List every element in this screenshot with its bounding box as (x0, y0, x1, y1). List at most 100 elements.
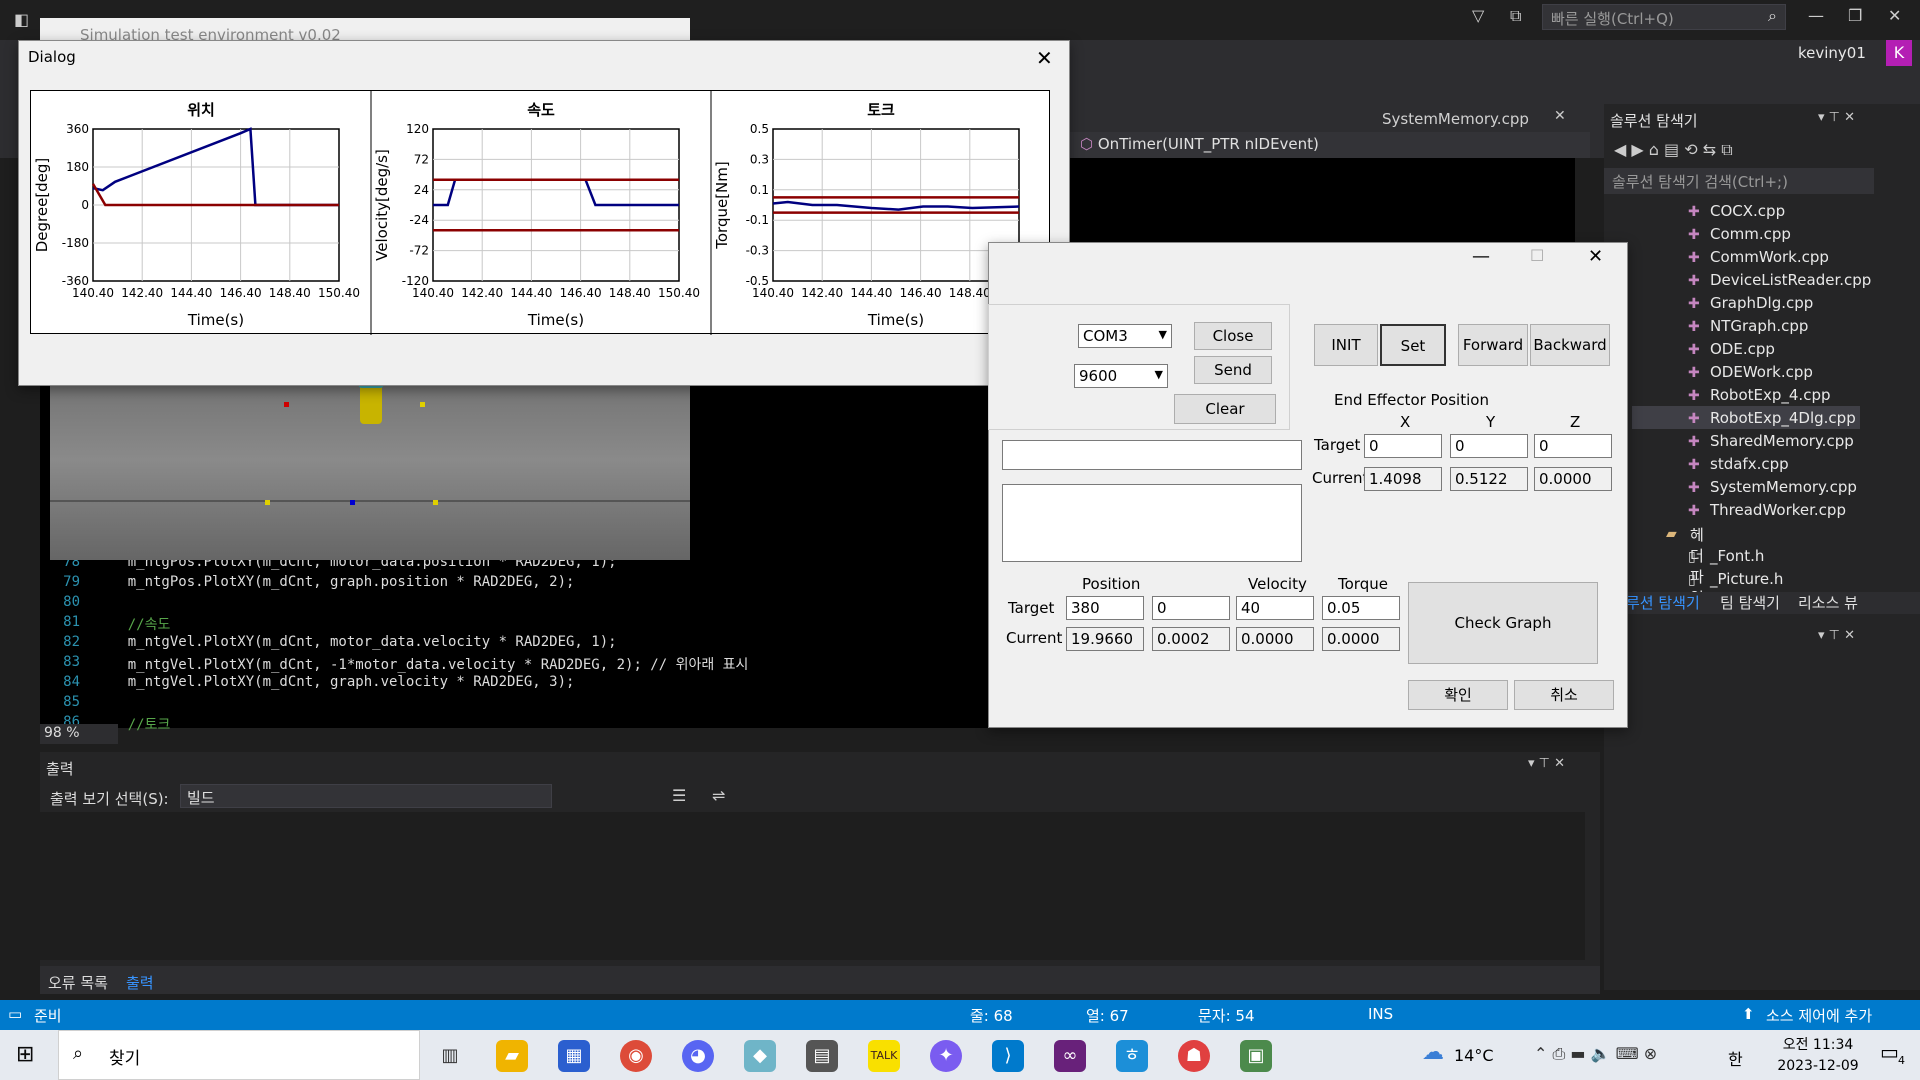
calculator-icon[interactable]: ▤ (806, 1040, 838, 1072)
robot-minimize-icon[interactable]: — (1472, 246, 1490, 267)
solution-item[interactable]: SharedMemory.cpp (1710, 432, 1854, 455)
simulation-3d-view[interactable] (50, 360, 690, 560)
store-icon[interactable]: ▦ (558, 1040, 590, 1072)
tab-resource-view[interactable]: 리소스 뷰 (1798, 592, 1858, 613)
code-line[interactable]: 80 (40, 594, 94, 614)
quick-launch-input[interactable]: 빠른 실행(Ctrl+Q) (1542, 4, 1786, 30)
send-text-input[interactable] (1002, 440, 1302, 470)
clock-time[interactable]: 오전 11:34 (1768, 1034, 1868, 1054)
code-line[interactable]: 84 m_ntgVel.PlotXY(m_dCnt, graph.velocit… (40, 674, 574, 694)
weather-temp[interactable]: 14°C (1454, 1046, 1494, 1065)
sim-app-icon[interactable]: ▣ (1240, 1040, 1272, 1072)
hangul-icon[interactable]: ㅎ (1116, 1040, 1148, 1072)
code-line[interactable]: 81 //속도 (40, 614, 170, 634)
code-line[interactable]: 83 m_ntgVel.PlotXY(m_dCnt, -1*motor_data… (40, 654, 748, 674)
ee-target-x[interactable]: 0 (1364, 434, 1442, 458)
solution-item[interactable]: SystemMemory.cpp (1710, 478, 1857, 501)
robot-app-icon[interactable]: ☗ (1178, 1040, 1210, 1072)
search-icon[interactable]: ⌕ (1768, 6, 1777, 26)
close-button[interactable]: Close (1194, 322, 1272, 350)
solution-item[interactable]: ThreadWorker.cpp (1710, 501, 1846, 524)
tray-icons[interactable]: ⌃ ⎙ ▬ 🔈 ⌨ ⊗ (1534, 1044, 1657, 1064)
solution-item[interactable]: NTGraph.cpp (1710, 317, 1808, 340)
chrome-icon[interactable]: ◉ (620, 1040, 652, 1072)
close-icon[interactable]: ✕ (1888, 6, 1901, 25)
robot-close-icon[interactable]: ✕ (1588, 246, 1603, 267)
solution-item[interactable]: RobotExp_4Dlg.cpp (1710, 409, 1856, 432)
target-position-input[interactable]: 380 (1066, 596, 1144, 620)
output-source-select[interactable]: 빌드 (180, 784, 552, 808)
code-line[interactable]: 82 m_ntgVel.PlotXY(m_dCnt, motor_data.ve… (40, 634, 616, 654)
solution-item[interactable]: RobotExp_4.cpp (1710, 386, 1830, 409)
solution-item[interactable]: stdafx.cpp (1710, 455, 1789, 478)
app-icon[interactable]: ◆ (744, 1040, 776, 1072)
solution-item[interactable]: ODE.cpp (1710, 340, 1775, 363)
graph-dialog-close-icon[interactable]: ✕ (1036, 46, 1053, 70)
avatar[interactable]: K (1886, 40, 1912, 66)
windows-start-icon[interactable]: ⊞ (16, 1042, 34, 1067)
solution-item[interactable]: 헤더 파일 (1690, 524, 1704, 607)
ee-target-z[interactable]: 0 (1534, 434, 1612, 458)
solution-item[interactable]: Comm.cpp (1710, 225, 1791, 248)
vscode-icon[interactable]: ⟩ (992, 1040, 1024, 1072)
tab-solution-explorer[interactable]: 루션 탐색기 (1626, 592, 1700, 613)
tab-systemmemory[interactable]: SystemMemory.cpp (1382, 110, 1529, 128)
kakaotalk-icon[interactable]: TALK (868, 1040, 900, 1072)
solution-item[interactable]: ODEWork.cpp (1710, 363, 1813, 386)
baud-select[interactable]: 9600 ▼ (1074, 364, 1168, 388)
pane-menu-icon[interactable]: ▾ ⊤ ✕ (1818, 110, 1855, 125)
cancel-button[interactable]: 취소 (1514, 680, 1614, 710)
receive-text-area[interactable] (1002, 484, 1302, 562)
target-extra-input[interactable]: 0 (1152, 596, 1230, 620)
tab-output[interactable]: 출력 (126, 972, 154, 993)
feedback-icon[interactable]: ⧉ (1510, 6, 1521, 26)
tab-close-icon[interactable]: ✕ (1554, 108, 1566, 124)
source-control-button[interactable]: 소스 제어에 추가 (1766, 1005, 1872, 1026)
clock-date[interactable]: 2023-12-09 (1768, 1058, 1868, 1074)
forward-button[interactable]: Forward (1458, 324, 1528, 366)
notification-icon[interactable]: ▭ (1880, 1040, 1899, 1064)
word-wrap-icon[interactable]: ⇌ (712, 786, 725, 805)
properties-menu-icon[interactable]: ▾ ⊤ ✕ (1818, 628, 1855, 643)
send-button[interactable]: Send (1194, 356, 1272, 384)
solution-item[interactable]: DeviceListReader.cpp (1710, 271, 1871, 294)
minimize-icon[interactable]: — (1808, 6, 1824, 25)
sol-toolbar-icons[interactable]: ◀ ▶ ⌂ ▤ ⟲ ⇆ ⧉ (1614, 140, 1733, 160)
tab-team-explorer[interactable]: 팀 탐색기 (1720, 592, 1780, 613)
solution-item[interactable]: COCX.cpp (1710, 202, 1785, 225)
target-torque-input[interactable]: 0.05 (1322, 596, 1400, 620)
code-line[interactable]: 79 m_ntgPos.PlotXY(m_dCnt, graph.positio… (40, 574, 574, 594)
discord-icon[interactable]: ◕ (682, 1040, 714, 1072)
clear-all-icon[interactable]: ☰ (672, 786, 686, 805)
code-line[interactable]: 85 (40, 694, 94, 714)
tab-error-list[interactable]: 오류 목록 (48, 972, 108, 993)
taskbar-search[interactable]: ⌕ 찾기 (58, 1030, 420, 1080)
file-explorer-icon[interactable]: ▰ (496, 1040, 528, 1072)
target-velocity-input[interactable]: 40 (1236, 596, 1314, 620)
visual-studio-icon[interactable]: ∞ (1054, 1040, 1086, 1072)
init-button[interactable]: INIT (1314, 324, 1378, 366)
clear-button[interactable]: Clear (1174, 394, 1276, 424)
ok-button[interactable]: 확인 (1408, 680, 1508, 710)
backward-button[interactable]: Backward (1530, 324, 1610, 366)
restore-icon[interactable]: ❐ (1848, 6, 1862, 25)
solution-item[interactable]: _Picture.h (1710, 570, 1783, 593)
check-graph-button[interactable]: Check Graph (1408, 582, 1598, 664)
filter-icon[interactable]: ▽ (1472, 6, 1484, 25)
solution-item[interactable]: GraphDlg.cpp (1710, 294, 1813, 317)
zoom-select[interactable]: 98 % (40, 724, 118, 744)
solution-search-input[interactable]: 솔루션 탐색기 검색(Ctrl+;) (1604, 168, 1874, 194)
ime-indicator[interactable]: 한 (1728, 1046, 1743, 1070)
solution-item[interactable]: CommWork.cpp (1710, 248, 1829, 271)
port-select[interactable]: COM3 ▼ (1078, 324, 1172, 348)
panel-menu-icon[interactable]: ▾ ⊤ ✕ (1528, 756, 1565, 771)
user-name[interactable]: keviny01 (1798, 44, 1866, 62)
copilot-icon[interactable]: ✦ (930, 1040, 962, 1072)
solution-item[interactable]: _Font.h (1710, 547, 1764, 570)
set-button[interactable]: Set (1380, 324, 1446, 366)
task-view-icon[interactable]: ▥ (434, 1040, 466, 1072)
ee-target-y[interactable]: 0 (1450, 434, 1528, 458)
member-navbar[interactable]: ⬡ OnTimer(UINT_PTR nIDEvent) (1070, 132, 1590, 158)
weather-icon[interactable]: ☁ (1422, 1040, 1444, 1065)
output-text-area[interactable] (40, 812, 1585, 960)
